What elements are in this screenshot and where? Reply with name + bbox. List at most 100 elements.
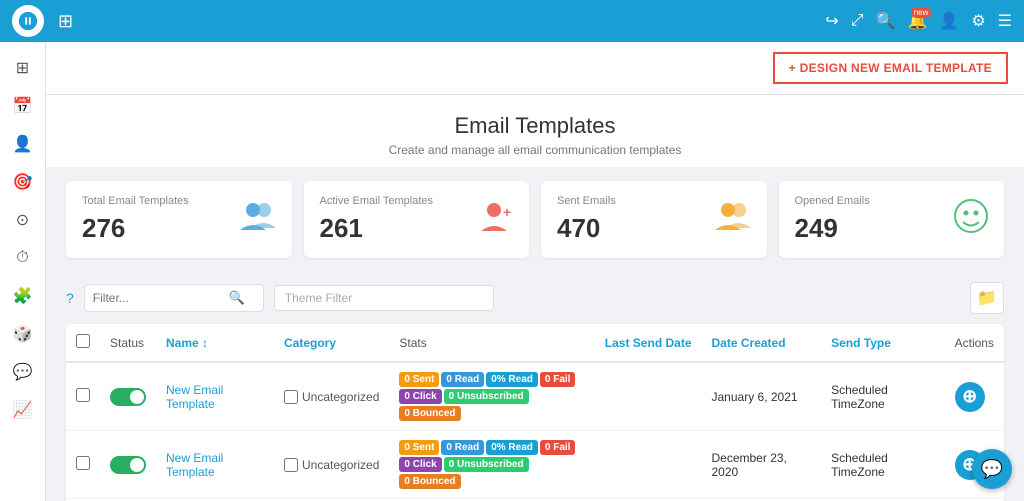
sidebar-item-messages[interactable]: 💬 (4, 354, 42, 390)
design-bar: + DESIGN NEW EMAIL TEMPLATE (46, 42, 1024, 95)
stats-row: Total Email Templates 276 Active Email T… (46, 167, 1024, 272)
row-checkbox-cell (66, 362, 100, 431)
stat-badge: 0 Fail (540, 440, 576, 455)
header-stats: Stats (389, 324, 594, 362)
header-category[interactable]: Category (274, 324, 389, 362)
main-layout: ⊞ 📅 👤 🎯 ⊙ ⏱ 🧩 🎲 💬 📈 + DESIGN NEW EMAIL T… (0, 42, 1024, 501)
row-last-send (595, 431, 702, 499)
stat-card-total: Total Email Templates 276 (66, 181, 292, 258)
content-area: + DESIGN NEW EMAIL TEMPLATE Email Templa… (46, 42, 1024, 501)
filter-input[interactable] (93, 291, 223, 305)
svg-text:+: + (503, 204, 511, 220)
category-label: Uncategorized (284, 390, 379, 404)
row-name: New Email Template (156, 431, 274, 499)
stat-badge: 0 Unsubscribed (444, 457, 529, 472)
logo[interactable] (12, 5, 44, 37)
sidebar: ⊞ 📅 👤 🎯 ⊙ ⏱ 🧩 🎲 💬 📈 (0, 42, 46, 501)
help-icon[interactable]: ? (66, 290, 74, 306)
filter-search-icon: 🔍 (229, 290, 245, 306)
header-date-created[interactable]: Date Created (702, 324, 822, 362)
stat-icon-opened (954, 199, 988, 240)
table-body: New Email Template Uncategorized 0 Sent0… (66, 362, 1004, 501)
sidebar-item-calendar[interactable]: 📅 (4, 88, 42, 124)
theme-filter-dropdown[interactable]: Theme Filter (274, 285, 494, 311)
stat-card-sent: Sent Emails 470 (541, 181, 767, 258)
stat-icon-active: + (481, 201, 513, 238)
header-last-send[interactable]: Last Send Date (595, 324, 702, 362)
sidebar-item-campaigns[interactable]: 🎯 (4, 164, 42, 200)
table-header-row: Status Name ↕ Category Stats Last Send D… (66, 324, 1004, 362)
sidebar-item-segments[interactable]: 🎲 (4, 316, 42, 352)
table-row: New Email Template Uncategorized 0 Sent0… (66, 431, 1004, 499)
filter-bar: ? 🔍 Theme Filter 📁 (46, 272, 1024, 324)
row-stats: 0 Sent0 Read0% Read0 Fail 0 Click0 Unsubs… (389, 362, 594, 431)
sidebar-item-timing[interactable]: ⏱ (4, 240, 42, 276)
stat-badge: 0 Click (399, 389, 441, 404)
stat-badge: 0 Fail (540, 372, 576, 387)
sidebar-item-dashboard[interactable]: ⊞ (4, 50, 42, 86)
stat-value-total: 276 (82, 213, 189, 244)
stat-card-active: Active Email Templates 261 + (304, 181, 530, 258)
stat-label-sent: Sent Emails (557, 195, 616, 207)
row-stats: 0 Sent0 Read0% Read0 Fail0 Click0 Unsubs… (389, 431, 594, 499)
stat-value-active: 261 (320, 213, 434, 244)
template-name-link[interactable]: New Email Template (166, 451, 223, 479)
page-header: Email Templates Create and manage all em… (46, 95, 1024, 167)
action-add-button[interactable]: ⊕ (955, 382, 985, 412)
stat-value-sent: 470 (557, 213, 616, 244)
status-toggle[interactable] (110, 456, 146, 474)
header-send-type[interactable]: Send Type (821, 324, 945, 362)
status-toggle[interactable] (110, 388, 146, 406)
stat-card-opened: Opened Emails 249 (779, 181, 1005, 258)
row-category: Uncategorized (274, 431, 389, 499)
nav-left: ⊞ (12, 5, 73, 37)
table-wrap: Status Name ↕ Category Stats Last Send D… (46, 324, 1024, 501)
search-icon[interactable]: 🔍 (876, 11, 896, 31)
expand-icon[interactable]: ⤢ (851, 12, 864, 30)
filter-input-wrap: 🔍 (84, 284, 264, 312)
design-new-template-button[interactable]: + DESIGN NEW EMAIL TEMPLATE (773, 52, 1008, 84)
stat-badge: 0 Read (441, 372, 484, 387)
stat-badge: 0 Sent (399, 372, 439, 387)
share-icon[interactable]: ↪ (825, 11, 838, 31)
sidebar-item-integrations[interactable]: 🧩 (4, 278, 42, 314)
row-actions: ⊕ (945, 362, 1004, 431)
row-status (100, 362, 156, 431)
page-title: Email Templates (46, 113, 1024, 139)
stat-label-opened: Opened Emails (795, 195, 870, 207)
category-checkbox[interactable] (284, 390, 298, 404)
row-checkbox-cell (66, 431, 100, 499)
row-checkbox[interactable] (76, 388, 90, 402)
nav-right: ↪ ⤢ 🔍 🔔 new 👤 ⚙ ☰ (825, 11, 1012, 31)
category-checkbox[interactable] (284, 458, 298, 472)
sidebar-item-automations[interactable]: ⊙ (4, 202, 42, 238)
select-all-checkbox[interactable] (76, 334, 90, 348)
bell-icon[interactable]: 🔔 new (907, 11, 927, 31)
row-checkbox[interactable] (76, 456, 90, 470)
stat-badge: 0% Read (486, 440, 538, 455)
user-icon[interactable]: 👤 (939, 11, 959, 31)
header-checkbox (66, 324, 100, 362)
stat-icon-total (240, 202, 276, 237)
row-date-created: December 23, 2020 (702, 431, 822, 499)
stat-badge: 0% Read (486, 372, 538, 387)
template-name-link[interactable]: New Email Template (166, 383, 223, 411)
stat-label-total: Total Email Templates (82, 195, 189, 207)
stat-badge: 0 Sent (399, 440, 439, 455)
menu-icon[interactable]: ☰ (998, 11, 1012, 31)
row-send-type: Scheduled TimeZone (821, 431, 945, 499)
gear-icon[interactable]: ⚙ (971, 11, 985, 31)
notification-badge: new (911, 7, 932, 18)
stat-value-opened: 249 (795, 213, 870, 244)
grid-icon[interactable]: ⊞ (58, 11, 73, 32)
stat-badge: 0 Unsubscribed (444, 389, 529, 404)
sidebar-item-reports[interactable]: 📈 (4, 392, 42, 428)
row-name: New Email Template (156, 362, 274, 431)
header-status: Status (100, 324, 156, 362)
folder-button[interactable]: 📁 (970, 282, 1004, 314)
stat-left-opened: Opened Emails 249 (795, 195, 870, 244)
header-name[interactable]: Name ↕ (156, 324, 274, 362)
sidebar-item-contacts[interactable]: 👤 (4, 126, 42, 162)
row-status (100, 431, 156, 499)
chat-bubble-button[interactable]: 💬 (972, 449, 1012, 489)
